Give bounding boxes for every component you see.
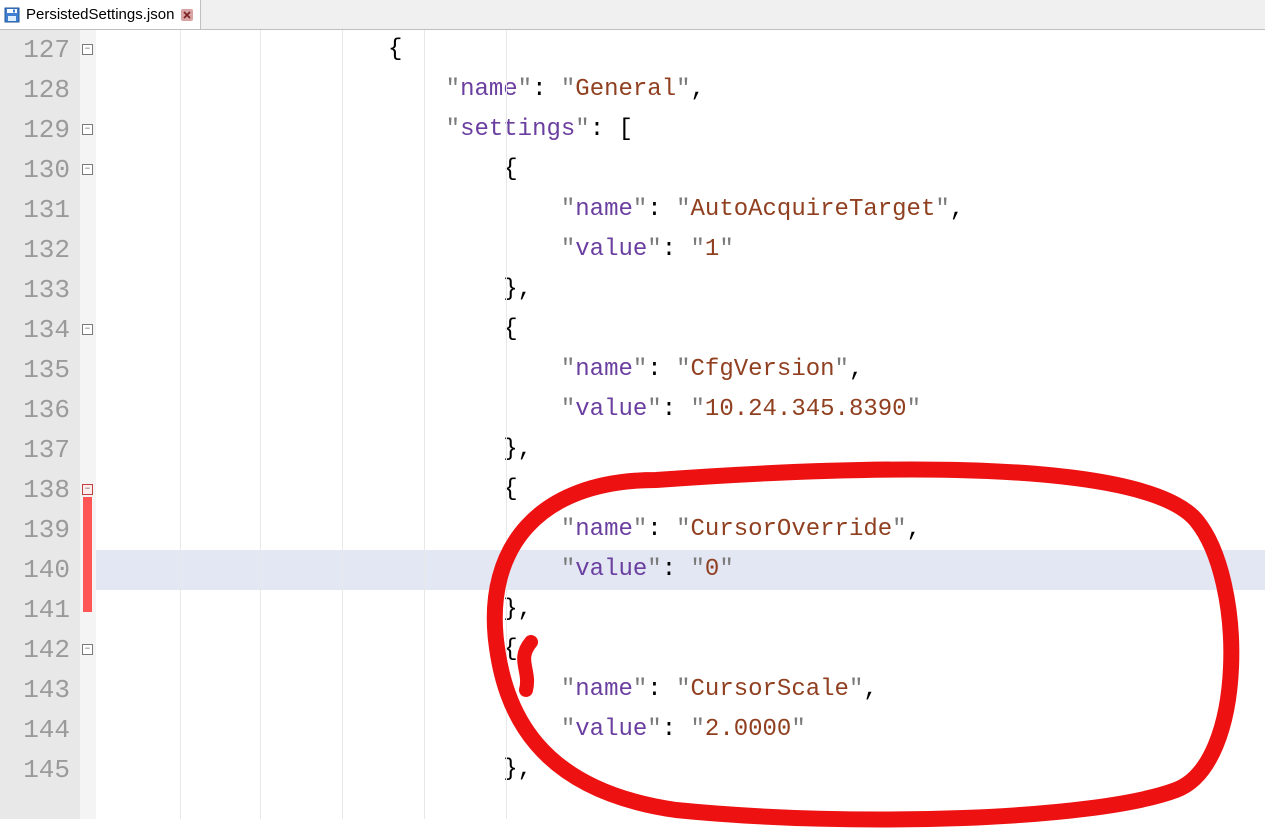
line-number: 135 xyxy=(0,350,70,390)
line-number: 128 xyxy=(0,70,70,110)
code-line[interactable]: { xyxy=(96,630,1265,670)
code-line[interactable]: { xyxy=(96,30,1265,70)
line-number: 142 xyxy=(0,630,70,670)
line-number: 133 xyxy=(0,270,70,310)
code-line[interactable]: "value": "1" xyxy=(96,230,1265,270)
fold-toggle-icon[interactable] xyxy=(82,484,93,495)
line-number: 138 xyxy=(0,470,70,510)
line-number: 141 xyxy=(0,590,70,630)
code-line[interactable]: { xyxy=(96,470,1265,510)
code-line[interactable]: "value": "2.0000" xyxy=(96,710,1265,750)
line-number: 132 xyxy=(0,230,70,270)
line-number: 130 xyxy=(0,150,70,190)
code-area[interactable]: { "name": "General", "settings": [ { "na… xyxy=(96,30,1265,819)
line-number-gutter: 127 128 129 130 131 132 133 134 135 136 … xyxy=(0,30,80,819)
line-number: 129 xyxy=(0,110,70,150)
line-number: 134 xyxy=(0,310,70,350)
close-icon[interactable] xyxy=(180,8,194,22)
code-line[interactable]: { xyxy=(96,310,1265,350)
line-number: 139 xyxy=(0,510,70,550)
line-number: 144 xyxy=(0,710,70,750)
tab-bar: PersistedSettings.json xyxy=(0,0,1265,30)
code-line[interactable]: "name": "AutoAcquireTarget", xyxy=(96,190,1265,230)
code-line[interactable]: }, xyxy=(96,750,1265,790)
code-line[interactable]: "name": "CfgVersion", xyxy=(96,350,1265,390)
code-line[interactable]: }, xyxy=(96,270,1265,310)
line-number: 136 xyxy=(0,390,70,430)
code-line[interactable]: }, xyxy=(96,590,1265,630)
line-number: 140 xyxy=(0,550,70,590)
fold-toggle-icon[interactable] xyxy=(82,324,93,335)
fold-column xyxy=(80,30,96,819)
save-disk-icon xyxy=(4,7,20,23)
line-number: 137 xyxy=(0,430,70,470)
fold-toggle-icon[interactable] xyxy=(82,644,93,655)
line-number: 131 xyxy=(0,190,70,230)
file-tab[interactable]: PersistedSettings.json xyxy=(0,0,201,29)
fold-toggle-icon[interactable] xyxy=(82,124,93,135)
code-line[interactable]: "name": "General", xyxy=(96,70,1265,110)
code-editor[interactable]: 127 128 129 130 131 132 133 134 135 136 … xyxy=(0,30,1265,819)
line-number: 127 xyxy=(0,30,70,70)
tab-filename: PersistedSettings.json xyxy=(26,6,174,23)
code-line[interactable]: }, xyxy=(96,430,1265,470)
code-line[interactable]: "name": "CursorOverride", xyxy=(96,510,1265,550)
code-line[interactable]: { xyxy=(96,150,1265,190)
fold-toggle-icon[interactable] xyxy=(82,44,93,55)
code-line[interactable]: "settings": [ xyxy=(96,110,1265,150)
code-line[interactable]: "name": "CursorScale", xyxy=(96,670,1265,710)
line-number: 143 xyxy=(0,670,70,710)
code-line[interactable]: "value": "10.24.345.8390" xyxy=(96,390,1265,430)
change-marker xyxy=(83,497,92,612)
line-number: 145 xyxy=(0,750,70,790)
fold-toggle-icon[interactable] xyxy=(82,164,93,175)
code-line-current[interactable]: "value": "0" xyxy=(96,550,1265,590)
